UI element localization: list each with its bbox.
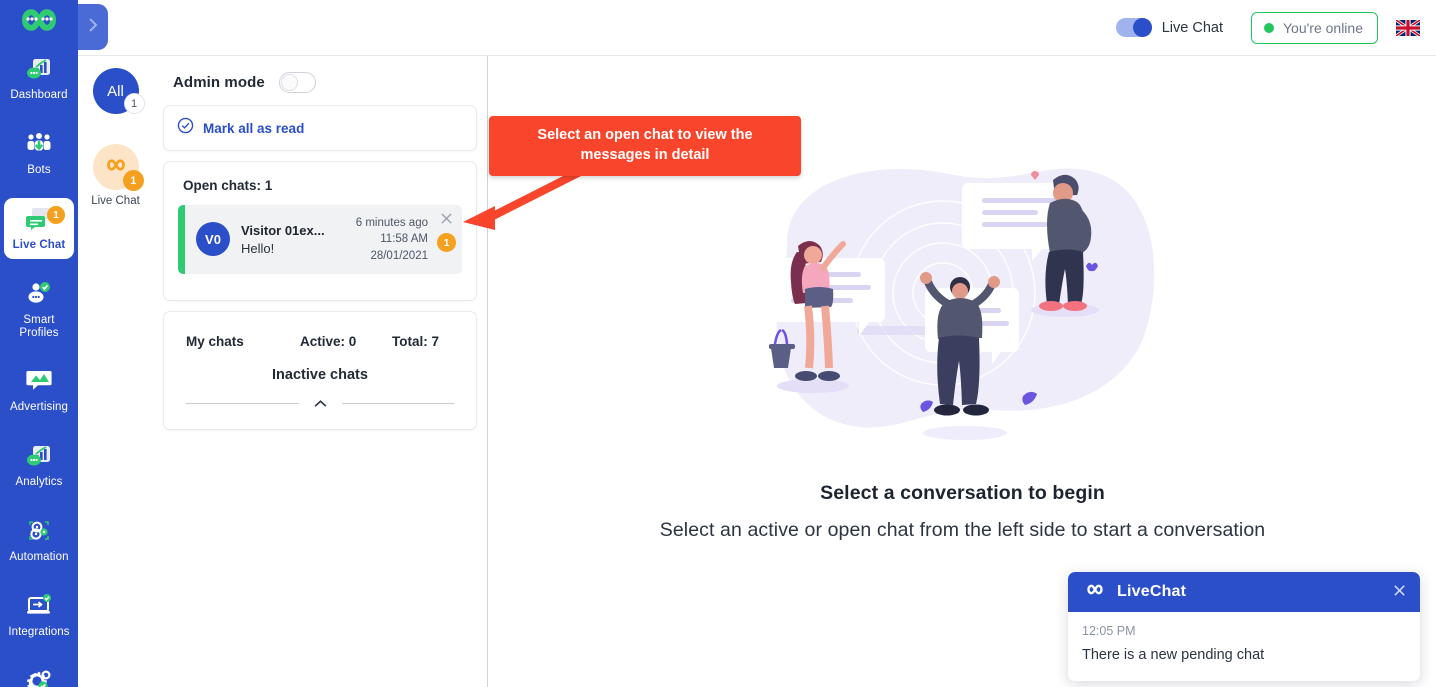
- status-badge: You're online: [1282, 19, 1363, 36]
- chat-item-meta: 6 minutes ago 11:58 AM 28/01/2021: [356, 215, 428, 264]
- uk-flag-icon[interactable]: [1395, 18, 1421, 37]
- sidebar-item-label: Advertising: [10, 401, 68, 414]
- check-circle-icon: [177, 117, 194, 139]
- admin-mode-toggle[interactable]: [278, 72, 316, 93]
- chat-visitor-name: Visitor 01ex...: [241, 222, 325, 238]
- bots-people-icon: [22, 129, 56, 159]
- arrow-pointer-icon: [463, 168, 584, 230]
- my-chats-label: My chats: [186, 333, 244, 349]
- filter-live-chat-label: Live Chat: [91, 195, 140, 207]
- filter-all-count: 1: [123, 93, 145, 114]
- my-chats-active: Active: 0: [300, 333, 357, 349]
- close-icon[interactable]: [440, 212, 453, 227]
- brand-logo-icon[interactable]: [0, 6, 78, 34]
- chat-preview-message: Hello!: [241, 240, 275, 256]
- sidebar-item-integrations[interactable]: Integrations: [4, 585, 74, 646]
- chevron-right-icon: [87, 16, 99, 39]
- sidebar-item-label: Analytics: [15, 476, 63, 489]
- integrations-icon: [22, 591, 56, 621]
- people-chat-bubbles-illustration: [753, 148, 1173, 448]
- chat-list-item[interactable]: V0 Visitor 01ex... Hello! 6 minutes ago …: [178, 205, 462, 274]
- sidebar-item-settings[interactable]: Settings: [4, 660, 74, 687]
- my-chats-total: Total: 7: [392, 333, 439, 349]
- filter-live-chat[interactable]: 1 Live Chat: [91, 144, 144, 207]
- analytics-icon: [22, 441, 56, 471]
- sidebar-item-label: Dashboard: [10, 89, 68, 101]
- sidebar-collapse-toggle[interactable]: [78, 4, 108, 50]
- my-chats-stats-row: My chats Active: 0 Total: 7: [186, 334, 454, 349]
- sidebar-item-label: Integrations: [8, 626, 70, 638]
- filter-live-chat-count: 1: [122, 170, 144, 191]
- sidebar-item-label: Smart Profiles: [19, 313, 59, 339]
- chat-item-body[interactable]: V0 Visitor 01ex... Hello! 6 minutes ago …: [185, 205, 462, 274]
- livechat-infinity-icon: [1082, 582, 1108, 602]
- chat-item-texts: Visitor 01ex... Hello!: [241, 223, 356, 256]
- toggle-knob: [1132, 18, 1152, 37]
- divider-line-right: [341, 403, 454, 405]
- settings-gear-icon: [22, 666, 56, 687]
- chat-relative-time: 6 minutes ago: [355, 217, 428, 229]
- inactive-chats-collapse[interactable]: [186, 395, 454, 413]
- chat-status-accent: [178, 205, 185, 274]
- top-header: Live Chat You're online: [78, 0, 1436, 56]
- sidebar-item-smart-profiles[interactable]: Smart Profiles: [4, 273, 74, 347]
- online-status-chip[interactable]: You're online: [1250, 11, 1378, 44]
- callout-text: Select an open chat to view the messages…: [537, 127, 753, 163]
- toast-timestamp: 12:05 PM: [1082, 624, 1136, 638]
- toggle-knob: [280, 74, 298, 91]
- page-subtitle: Select an active or open chat from the l…: [659, 519, 1266, 541]
- toast-header: LiveChat: [1068, 572, 1420, 612]
- sidebar-item-label: Bots: [27, 163, 51, 176]
- automation-gear-icon: [22, 516, 56, 546]
- status-dot-icon: [1263, 22, 1274, 33]
- filter-all[interactable]: All 1: [92, 68, 145, 114]
- sidebar-item-label: Live Chat: [12, 238, 66, 251]
- mark-all-read-button[interactable]: Mark all as read: [164, 106, 476, 150]
- chat-unread-badge: 1: [437, 233, 456, 252]
- inactive-chats-label: Inactive chats: [272, 366, 368, 383]
- divider-line-left: [186, 403, 299, 405]
- sidebar-item-automation[interactable]: Automation: [4, 510, 74, 571]
- toast-title: LiveChat: [1117, 583, 1187, 600]
- avatar: V0: [196, 222, 230, 257]
- callout-tooltip: Select an open chat to view the messages…: [489, 116, 801, 176]
- sidebar-item-label: Automation: [9, 551, 69, 564]
- mark-all-read-label: Mark all as read: [203, 120, 305, 136]
- smart-profiles-icon: [22, 279, 56, 309]
- chat-list-column: Admin mode Mark all as read Open chats: …: [153, 56, 488, 687]
- sidebar-item-bots[interactable]: Bots: [4, 123, 74, 184]
- sidebar-item-advertising[interactable]: Advertising: [4, 360, 74, 421]
- dashboard-chart-icon: [22, 54, 56, 84]
- sidebar-item-live-chat[interactable]: 1 Live Chat: [4, 197, 74, 259]
- mark-all-read-card[interactable]: Mark all as read: [163, 105, 477, 151]
- chat-filter-strip: All 1 1 Live Chat: [78, 56, 153, 687]
- filter-all-label: All: [107, 82, 124, 100]
- open-chats-count-label: Open chats: 1: [183, 178, 273, 193]
- live-chat-toggle-label: Live Chat: [1161, 19, 1223, 36]
- chat-time: 11:58 AM: [380, 233, 428, 246]
- notification-toast: LiveChat 12:05 PM There is a new pending…: [1068, 572, 1420, 681]
- live-chat-toggle[interactable]: [1115, 18, 1152, 37]
- open-chats-card: Open chats: 1 V0 Visitor 01ex... Hello! …: [163, 161, 477, 301]
- toast-message: There is a new pending chat: [1082, 647, 1265, 663]
- chat-date: 28/01/2021: [370, 249, 428, 262]
- sidebar-item-dashboard[interactable]: Dashboard: [4, 48, 74, 109]
- left-nav-rail: Dashboard Bots 1 Live Chat Smart Profile…: [0, 0, 78, 687]
- chevron-up-icon[interactable]: [313, 395, 328, 413]
- app-root: Dashboard Bots 1 Live Chat Smart Profile…: [0, 0, 1436, 687]
- sidebar-badge-live-chat: 1: [47, 205, 65, 224]
- admin-mode-label: Admin mode: [173, 74, 265, 91]
- close-icon[interactable]: [1392, 583, 1407, 601]
- admin-mode-row: Admin mode: [153, 56, 487, 105]
- page-title: Select a conversation to begin: [820, 482, 1105, 504]
- toast-body: 12:05 PM There is a new pending chat: [1068, 612, 1420, 681]
- sidebar-item-analytics[interactable]: Analytics: [4, 435, 74, 496]
- advertising-icon: [22, 366, 56, 396]
- my-chats-card: My chats Active: 0 Total: 7 Inactive cha…: [163, 310, 477, 430]
